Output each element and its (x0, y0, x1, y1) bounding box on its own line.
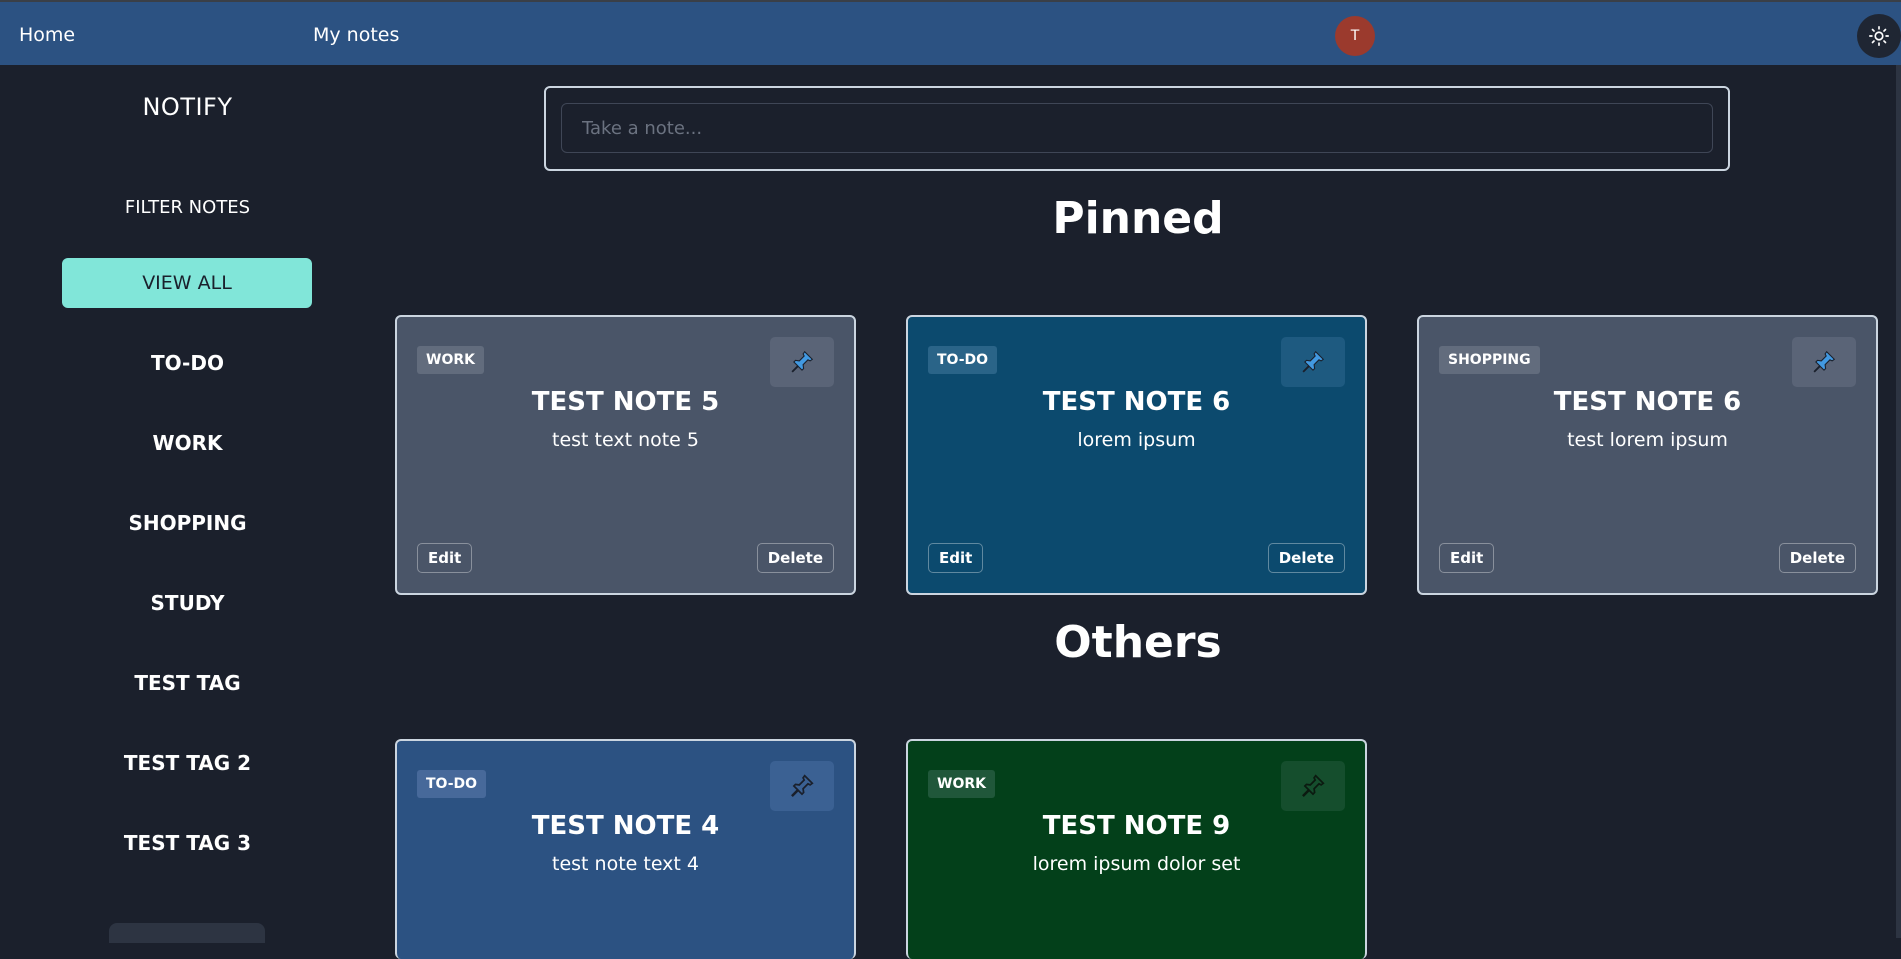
delete-note-button[interactable]: Delete (1778, 543, 1856, 573)
note-card[interactable]: SHOPPING TEST NOTE 6 test lorem ipsum Ed… (1417, 315, 1878, 595)
take-note-input[interactable] (561, 103, 1713, 153)
sidebar-tag-test-tag-3[interactable]: TEST TAG 3 (0, 831, 375, 855)
note-card[interactable]: WORK TEST NOTE 9 lorem ipsum dolor set (906, 739, 1367, 959)
edit-note-button[interactable]: Edit (417, 543, 473, 573)
pin-button[interactable] (770, 337, 834, 387)
note-tag-badge: WORK (417, 346, 484, 374)
top-nav-bar: Home My notes T (0, 0, 1901, 65)
sidebar: NOTIFY FILTER NOTES VIEW ALL TO-DO WORK … (0, 65, 375, 943)
sidebar-tag-todo[interactable]: TO-DO (0, 351, 375, 375)
delete-note-button[interactable]: Delete (756, 543, 834, 573)
note-title: TEST NOTE 6 (1042, 387, 1231, 417)
note-text: lorem ipsum dolor set (1032, 853, 1241, 875)
note-tag-badge: TO-DO (417, 770, 487, 798)
pin-icon (1813, 350, 1836, 373)
pin-icon (1302, 774, 1325, 797)
pin-button[interactable] (1281, 337, 1345, 387)
sidebar-tag-study[interactable]: STUDY (0, 591, 375, 615)
note-tag-badge: SHOPPING (1439, 346, 1540, 374)
sidebar-tag-work[interactable]: WORK (0, 431, 375, 455)
others-heading: Others (1054, 617, 1222, 668)
note-tag-badge: TO-DO (928, 346, 998, 374)
pin-icon (791, 774, 814, 797)
edit-note-button[interactable]: Edit (1439, 543, 1495, 573)
note-text: test lorem ipsum (1567, 429, 1728, 451)
note-composer (544, 86, 1730, 171)
note-text: lorem ipsum (1077, 429, 1196, 451)
pin-button[interactable] (1281, 761, 1345, 811)
note-card[interactable]: TO-DO TEST NOTE 6 lorem ipsum Edit Delet… (906, 315, 1367, 595)
nav-my-notes-link[interactable]: My notes (313, 24, 399, 46)
delete-note-button[interactable]: Delete (1267, 543, 1345, 573)
pin-button[interactable] (770, 761, 834, 811)
user-avatar[interactable]: T (1335, 16, 1375, 56)
sidebar-partial-button[interactable] (109, 923, 265, 943)
note-text: test note text 4 (552, 853, 699, 875)
nav-home-link[interactable]: Home (19, 24, 75, 46)
sun-icon (1869, 26, 1889, 46)
note-title: TEST NOTE 4 (531, 811, 720, 841)
note-tag-badge: WORK (928, 770, 995, 798)
edit-note-button[interactable]: Edit (928, 543, 984, 573)
app-brand: NOTIFY (142, 93, 233, 121)
note-title: TEST NOTE 6 (1553, 387, 1742, 417)
sidebar-tag-shopping[interactable]: SHOPPING (0, 511, 375, 535)
note-title: TEST NOTE 5 (531, 387, 720, 417)
note-card[interactable]: TO-DO TEST NOTE 4 test note text 4 (395, 739, 856, 959)
note-card[interactable]: WORK TEST NOTE 5 test text note 5 Edit D… (395, 315, 856, 595)
sidebar-tag-test-tag-2[interactable]: TEST TAG 2 (0, 751, 375, 775)
pin-button[interactable] (1792, 337, 1856, 387)
pin-icon (791, 350, 814, 373)
sidebar-tag-test-tag[interactable]: TEST TAG (0, 671, 375, 695)
theme-toggle-button[interactable] (1857, 14, 1901, 58)
pinned-heading: Pinned (1052, 193, 1224, 244)
view-all-button[interactable]: VIEW ALL (62, 258, 312, 308)
note-title: TEST NOTE 9 (1042, 811, 1231, 841)
page-scrollbar[interactable] (1896, 65, 1901, 938)
filter-notes-heading: FILTER NOTES (124, 197, 251, 218)
note-text: test text note 5 (552, 429, 699, 451)
pin-icon (1302, 350, 1325, 373)
